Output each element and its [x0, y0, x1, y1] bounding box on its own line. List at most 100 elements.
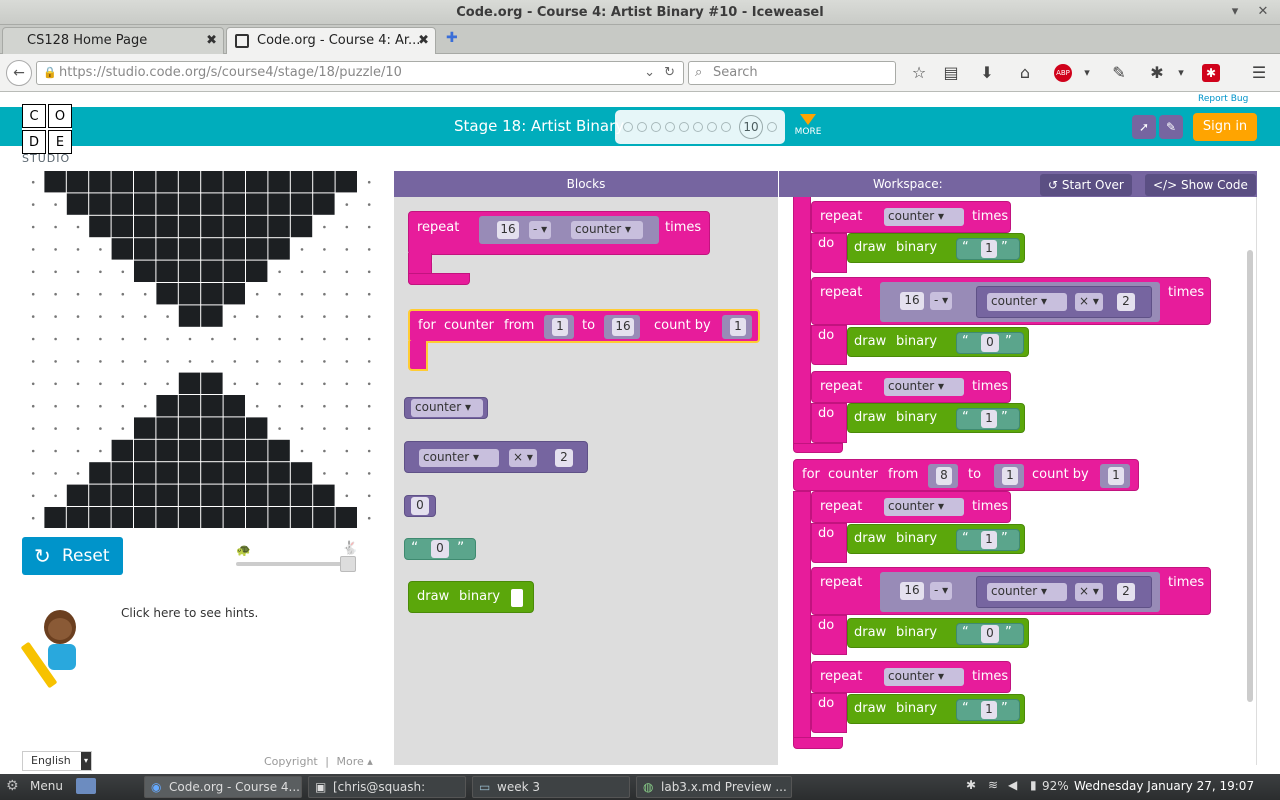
report-bug-link[interactable]: Report Bug [1198, 94, 1248, 104]
code-studio-logo[interactable]: C O D E [22, 104, 72, 154]
bookmark-star-icon[interactable]: ☆ [908, 63, 930, 83]
for-variable[interactable]: counter [828, 467, 878, 482]
ws-repeat-block[interactable]: repeat 16 - ▾ counter ▾ × ▾ 2 times [811, 567, 1211, 615]
progress-dot[interactable] [693, 122, 703, 132]
string-block[interactable]: “1” [956, 529, 1020, 551]
ws-repeat-block[interactable]: repeat 16 - ▾ counter ▾ × ▾ 2 times [811, 277, 1211, 325]
ws-repeat-block[interactable]: repeat counter ▾ times [811, 661, 1011, 693]
operator-dropdown[interactable]: × ▾ [1075, 583, 1103, 601]
count-by-value[interactable]: 1 [1108, 467, 1124, 485]
speed-slider[interactable] [236, 562, 356, 566]
multiply-block[interactable]: counter ▾ × ▾ 2 [976, 286, 1152, 318]
to-input[interactable]: 1 [994, 464, 1024, 488]
ws-for-block[interactable]: for counter from 8 to 1 count by 1 [793, 459, 1139, 491]
toolbox-draw-binary-block[interactable]: draw binary [408, 581, 534, 613]
show-code-button[interactable]: </> Show Code [1145, 174, 1256, 196]
from-value[interactable]: 8 [936, 467, 952, 485]
string-field[interactable]: 0 [431, 540, 449, 558]
search-input[interactable]: ⌕ Search [688, 61, 896, 85]
string-block[interactable]: “1” [956, 408, 1020, 430]
variable-dropdown[interactable]: counter ▾ [884, 208, 964, 226]
current-puzzle-number[interactable]: 10 [739, 115, 763, 139]
from-input[interactable]: 1 [544, 315, 574, 339]
extension-dropdown-icon[interactable]: ▾ [1170, 63, 1192, 83]
string-field[interactable]: 1 [981, 701, 997, 719]
operator-dropdown[interactable]: - ▾ [930, 582, 953, 600]
menu-gear-icon[interactable]: ⚙ [6, 778, 19, 794]
hint-character-avatar[interactable] [20, 610, 92, 692]
start-menu[interactable]: Menu [30, 779, 63, 793]
tab-close-icon[interactable]: ✖ [206, 28, 217, 53]
pencil-icon[interactable]: ✎ [1159, 115, 1183, 139]
adblock-dropdown-icon[interactable]: ▾ [1076, 63, 1098, 83]
hints-link[interactable]: Click here to see hints. [121, 606, 258, 620]
start-over-button[interactable]: ↺ Start Over [1040, 174, 1132, 196]
download-icon[interactable]: ⬇ [976, 63, 998, 83]
number-field[interactable]: 2 [1117, 293, 1135, 311]
new-tab-icon[interactable]: ✚ [446, 30, 458, 46]
progress-dot[interactable] [623, 122, 633, 132]
network-extension-icon[interactable]: ✱ [1146, 63, 1168, 83]
ws-draw-binary-block[interactable]: draw binary “0” [847, 618, 1029, 648]
string-block[interactable]: “1” [956, 699, 1020, 721]
variable-dropdown[interactable]: counter ▾ [987, 583, 1067, 601]
back-icon[interactable]: ← [6, 60, 32, 86]
tab-codeorg[interactable]: Code.org - Course 4: Ar... ✖ [226, 27, 436, 54]
number-field[interactable]: 16 [900, 292, 924, 310]
string-field[interactable]: 1 [981, 410, 997, 428]
taskbar-item-folder[interactable]: ▭ week 3 [472, 776, 630, 798]
progress-dot[interactable] [651, 122, 661, 132]
for-variable[interactable]: counter [444, 318, 494, 333]
from-value[interactable]: 1 [552, 318, 568, 336]
to-input[interactable]: 16 [604, 315, 640, 339]
taskbar-item-preview[interactable]: ◍ lab3.x.md Preview ... [636, 776, 792, 798]
toolbox-counter-block[interactable]: counter ▾ [404, 397, 488, 419]
url-dropdown-icon[interactable]: ⌄ [644, 62, 655, 84]
ws-draw-binary-block[interactable]: draw binary “1” [847, 233, 1025, 263]
progress-dot[interactable] [679, 122, 689, 132]
string-field[interactable]: 0 [981, 334, 999, 352]
progress-dot[interactable] [707, 122, 717, 132]
reading-list-icon[interactable]: ▤ [940, 63, 962, 83]
progress-dot[interactable] [721, 122, 731, 132]
hamburger-menu-icon[interactable]: ☰ [1248, 63, 1270, 83]
string-block[interactable]: “1” [956, 238, 1020, 260]
toolbox-for-block[interactable]: for counter from 1 to 16 count by 1 [408, 309, 760, 343]
bluetooth-icon[interactable]: ✱ [966, 778, 976, 792]
variable-dropdown[interactable]: counter ▾ [884, 498, 964, 516]
copyright-link[interactable]: Copyright [264, 755, 318, 768]
variable-dropdown[interactable]: counter ▾ [571, 221, 643, 239]
show-desktop-icon[interactable] [76, 778, 96, 794]
toolbox-repeat-block[interactable]: repeat 16 - ▾ counter ▾ times do [408, 211, 710, 269]
ws-draw-binary-block[interactable]: draw binary “1” [847, 403, 1025, 433]
toolbox-string-block[interactable]: “ 0 ” [404, 538, 476, 560]
number-field[interactable]: 2 [1117, 583, 1135, 601]
toolbox-number-block[interactable]: 0 [404, 495, 436, 517]
close-window-icon[interactable]: ✕ [1254, 4, 1272, 20]
variable-dropdown[interactable]: counter ▾ [884, 668, 964, 686]
string-block[interactable]: “0” [956, 332, 1024, 354]
more-menu[interactable]: MORE [794, 114, 822, 137]
adblock-icon[interactable]: ABP [1054, 64, 1072, 82]
stage-title[interactable]: Stage 18: Artist Binary [454, 117, 624, 135]
progress-dot[interactable] [665, 122, 675, 132]
variable-dropdown[interactable]: counter ▾ [884, 378, 964, 396]
from-input[interactable]: 8 [928, 464, 958, 488]
extension-icon[interactable]: ✎ [1108, 63, 1130, 83]
wifi-icon[interactable]: ≋ [988, 778, 998, 792]
language-select[interactable]: English ▾ [22, 751, 92, 771]
speed-slider-handle[interactable] [340, 556, 356, 572]
number-field[interactable]: 2 [555, 449, 573, 467]
reset-button[interactable]: ↻ Reset [22, 537, 123, 575]
ws-draw-binary-block[interactable]: draw binary “1” [847, 524, 1025, 554]
ws-repeat-block[interactable]: repeat counter ▾ times [811, 491, 1011, 523]
home-icon[interactable]: ⌂ [1014, 63, 1036, 83]
ws-repeat-block[interactable]: repeat counter ▾ times [811, 201, 1011, 233]
operator-dropdown[interactable]: - ▾ [529, 221, 552, 239]
toolbox-multiply-block[interactable]: counter ▾ × ▾ 2 [404, 441, 588, 473]
battery-icon[interactable]: ▮ [1030, 778, 1037, 792]
minimize-icon[interactable]: ▾ [1226, 4, 1244, 20]
to-value[interactable]: 16 [612, 318, 634, 336]
string-field[interactable]: 0 [981, 625, 999, 643]
subtract-block[interactable]: 16 - ▾ counter ▾ [479, 216, 659, 244]
